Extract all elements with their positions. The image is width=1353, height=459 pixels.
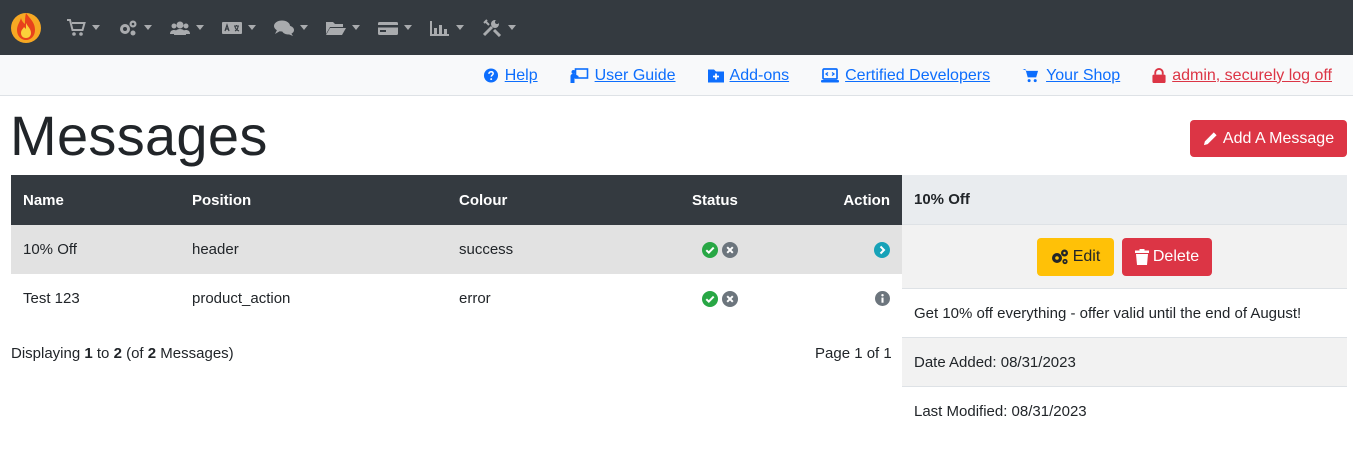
cell-action: [874, 225, 890, 274]
tools-icon: [482, 18, 502, 37]
your-shop-link-label: Your Shop: [1046, 66, 1121, 84]
addons-link-label: Add-ons: [729, 66, 790, 84]
to-label: to: [96, 345, 110, 362]
chevron-down-icon: [300, 25, 308, 30]
delete-button-label: Delete: [1152, 247, 1200, 265]
header-position[interactable]: Position: [192, 175, 251, 225]
page-title: Messages: [10, 104, 268, 167]
message-text: Get 10% off everything - offer valid unt…: [902, 289, 1347, 338]
last-modified: Last Modified: 08/31/2023: [914, 403, 1087, 420]
menu-reports[interactable]: [430, 19, 464, 37]
addons-link[interactable]: Add-ons: [707, 66, 790, 85]
add-message-button-label: Add A Message: [1222, 129, 1335, 147]
info-circle-icon[interactable]: [875, 291, 890, 306]
check-circle-icon[interactable]: [702, 290, 718, 307]
flame-logo-icon[interactable]: [8, 9, 44, 45]
of-label: (of: [126, 345, 144, 362]
cell-name: 10% Off: [23, 241, 77, 258]
header-action: Action: [843, 191, 890, 209]
chevron-down-icon: [248, 25, 256, 30]
range-from: 1: [84, 345, 93, 362]
pagination-summary: Displaying 1 to 2 (of 2 Messages): [11, 345, 234, 362]
table-row[interactable]: 10% Off header success: [11, 225, 902, 274]
message-detail-panel: 10% Off Edit Delete Get 10% off everythi…: [902, 175, 1347, 436]
menu-localization[interactable]: [222, 19, 256, 37]
gears-icon: [120, 20, 137, 35]
messages-table: Name Position Colour Status Action 10% O…: [11, 175, 902, 323]
menu-content[interactable]: [326, 19, 360, 37]
cart-icon: [1022, 68, 1039, 83]
help-link[interactable]: Help: [483, 67, 538, 85]
certified-developers-link[interactable]: Certified Developers: [821, 67, 990, 85]
menu-payments[interactable]: [378, 19, 412, 37]
cell-status: [702, 225, 738, 274]
page-info: Page 1 of 1: [815, 345, 892, 362]
trash-icon: [1134, 248, 1149, 265]
cell-name: Test 123: [23, 290, 80, 307]
panel-actions: Edit Delete: [902, 225, 1347, 289]
messages-label: Messages): [160, 345, 234, 362]
add-message-button[interactable]: Add A Message: [1190, 120, 1347, 157]
table-row[interactable]: Test 123 product_action error: [11, 274, 902, 323]
cell-action: [875, 274, 890, 323]
cell-status: [702, 274, 738, 323]
total-count: 2: [147, 345, 157, 362]
range-to: 2: [113, 345, 122, 362]
laptop-code-icon: [821, 68, 840, 83]
chevron-down-icon: [404, 25, 412, 30]
panel-title: 10% Off: [902, 175, 1347, 225]
menu-catalog[interactable]: [66, 18, 100, 37]
chevron-down-icon: [456, 25, 464, 30]
top-navbar: [0, 0, 1353, 55]
header-colour[interactable]: Colour: [459, 175, 507, 225]
chevron-down-icon: [144, 25, 152, 30]
cell-position: header: [192, 241, 239, 258]
header-name[interactable]: Name: [23, 175, 64, 225]
chevron-right-circle-icon[interactable]: [874, 241, 890, 258]
menu-tools[interactable]: [482, 18, 516, 37]
logoff-link-label: admin, securely log off: [1172, 66, 1332, 84]
user-guide-link[interactable]: User Guide: [570, 67, 676, 85]
users-icon: [170, 21, 190, 35]
check-circle-icon[interactable]: [702, 241, 718, 258]
chevron-down-icon: [92, 25, 100, 30]
x-circle-icon[interactable]: [722, 290, 738, 307]
x-circle-icon[interactable]: [722, 241, 738, 258]
table-header-row: Name Position Colour Status Action: [11, 175, 902, 225]
user-guide-link-label: User Guide: [594, 66, 676, 84]
certified-developers-link-label: Certified Developers: [845, 66, 991, 84]
displaying-label: Displaying: [11, 345, 81, 362]
lock-icon: [1152, 68, 1166, 83]
menu-customers[interactable]: [170, 19, 204, 37]
credit-card-icon: [378, 21, 398, 35]
person-chalkboard-icon: [570, 68, 588, 83]
header-status[interactable]: Status: [692, 175, 738, 225]
cart-icon: [67, 18, 86, 36]
language-icon: [222, 21, 242, 34]
pencil-icon: [1203, 132, 1217, 146]
date-added: Date Added: 08/31/2023: [902, 338, 1347, 387]
chevron-down-icon: [196, 25, 204, 30]
chevron-down-icon: [508, 25, 516, 30]
chevron-down-icon: [352, 25, 360, 30]
folder-plus-icon: [707, 69, 724, 83]
main-menu: [66, 0, 534, 55]
menu-communications[interactable]: [274, 19, 308, 37]
logoff-link[interactable]: admin, securely log off: [1152, 67, 1332, 85]
question-circle-icon: [483, 68, 498, 83]
your-shop-link[interactable]: Your Shop: [1022, 67, 1120, 85]
menu-modules[interactable]: [118, 19, 152, 37]
cell-colour: error: [459, 290, 491, 307]
cell-colour: success: [459, 241, 514, 258]
chart-icon: [430, 20, 449, 36]
admin-links-bar: Help User Guide Add-ons Certified Develo…: [0, 55, 1353, 96]
delete-button[interactable]: Delete: [1122, 237, 1212, 276]
gears-icon: [1051, 249, 1068, 264]
help-link-label: Help: [504, 66, 538, 84]
edit-button[interactable]: Edit: [1037, 237, 1114, 276]
cell-position: product_action: [192, 290, 291, 307]
folder-open-icon: [326, 21, 346, 35]
edit-button-label: Edit: [1072, 247, 1101, 265]
comments-icon: [274, 20, 294, 36]
